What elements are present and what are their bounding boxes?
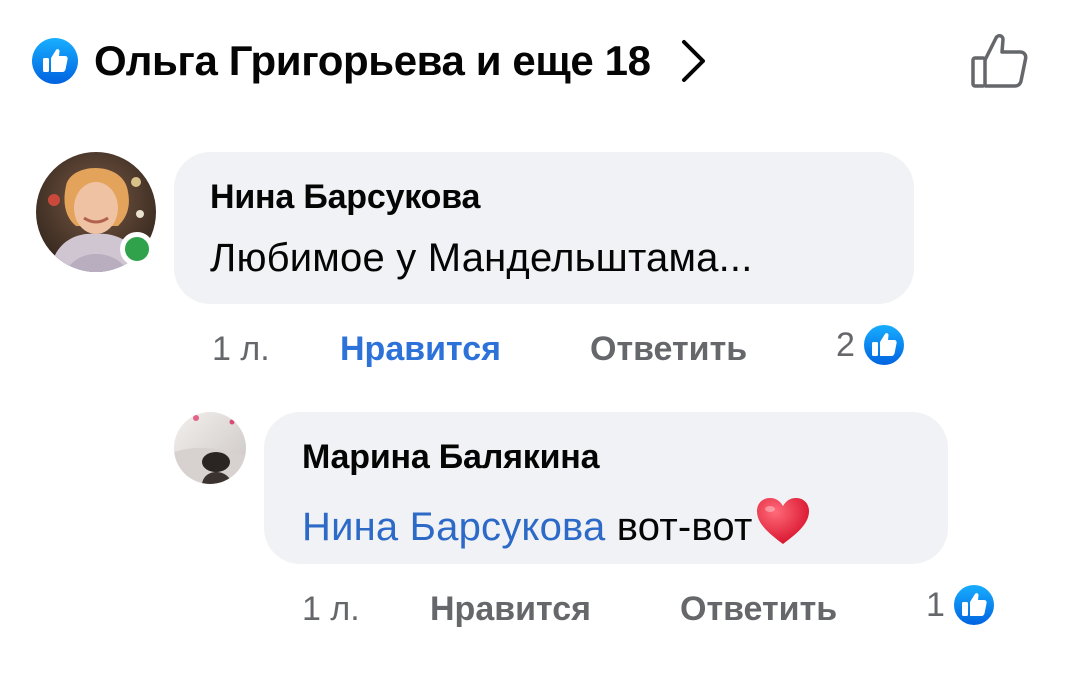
like-badge-icon	[951, 582, 997, 628]
like-badge-icon	[861, 322, 907, 368]
reply-reaction-count-value: 1	[926, 585, 945, 624]
mention-link[interactable]: Нина Барсукова	[302, 505, 605, 549]
avatar-marina[interactable]	[174, 412, 246, 484]
like-button[interactable]: Нравится	[340, 330, 501, 369]
reply-text: Нина Барсукова вот-вот	[302, 496, 811, 556]
like-badge-icon	[32, 38, 78, 84]
comment-author[interactable]: Нина Барсукова	[210, 178, 480, 217]
reaction-count-value: 2	[836, 325, 855, 364]
reply-text-body: вот-вот	[616, 505, 753, 549]
reply-reaction-count[interactable]: 1	[926, 582, 997, 628]
reply-reply-button[interactable]: Ответить	[680, 590, 837, 629]
heart-emoji-icon	[755, 496, 811, 556]
reaction-count[interactable]: 2	[836, 322, 907, 368]
thumbs-up-outline-icon[interactable]	[968, 28, 1032, 92]
reply-button[interactable]: Ответить	[590, 330, 747, 369]
reply-bubble[interactable]: Марина Балякина Нина Барсукова вот-вот	[264, 412, 948, 564]
reply-time[interactable]: 1 л.	[302, 590, 360, 629]
reactions-summary-text[interactable]: Ольга Григорьева и еще 18	[94, 37, 651, 85]
reply-like-button[interactable]: Нравится	[430, 590, 591, 629]
chevron-right-icon[interactable]	[679, 38, 709, 84]
comment-text: Любимое у Мандельштама...	[210, 236, 753, 280]
reply-author[interactable]: Марина Балякина	[302, 438, 600, 477]
comment-bubble[interactable]: Нина Барсукова Любимое у Мандельштама...	[174, 152, 914, 304]
comment-time[interactable]: 1 л.	[212, 330, 270, 369]
reactions-summary[interactable]: Ольга Григорьева и еще 18	[32, 26, 709, 96]
online-status-dot	[120, 232, 154, 266]
